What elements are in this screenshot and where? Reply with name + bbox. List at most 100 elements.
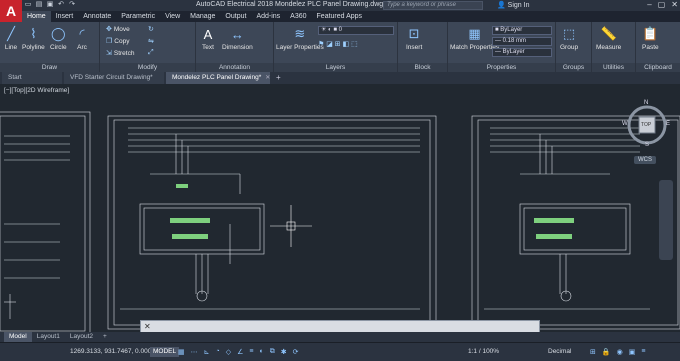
units-dropdown[interactable]: Decimal	[548, 348, 571, 355]
navigation-bar[interactable]	[659, 180, 673, 260]
line-label: Line	[4, 44, 18, 51]
undo-icon[interactable]: ↶	[57, 1, 65, 9]
tab-parametric[interactable]: Parametric	[116, 11, 160, 22]
utilities-panel-title[interactable]: Utilities	[592, 63, 635, 72]
modify-panel-title[interactable]: Modify	[100, 63, 195, 72]
viewcube-north[interactable]: N	[644, 100, 648, 106]
lineweight-dropdown[interactable]: — 0.18 mm	[492, 37, 552, 46]
doc-tab-mondelez[interactable]: Mondelez PLC Panel Drawing* ✕	[166, 72, 270, 84]
autocad-logo-button[interactable]: A	[0, 0, 22, 22]
circle-button[interactable]: ◯ Circle	[50, 26, 67, 51]
draw-panel-title[interactable]: Draw	[0, 63, 99, 72]
mirror-icon: ⇋	[148, 38, 154, 45]
open-icon[interactable]: ▤	[35, 1, 43, 9]
layer-dropdown[interactable]: ☀ ◐ ■ 0	[318, 26, 394, 35]
dimension-button[interactable]: ↔ Dimension	[222, 26, 253, 52]
line-button[interactable]: ╱ Line	[3, 26, 19, 51]
group-label: Group	[560, 44, 579, 51]
document-tabs: Start VFD Starter Circuit Drawing* Monde…	[0, 72, 680, 84]
measure-button[interactable]: 📏 Measure	[596, 26, 621, 51]
group-icon: ⬚	[562, 26, 576, 41]
viewcube-east[interactable]: E	[666, 121, 670, 127]
viewcube-top[interactable]: TOP	[641, 122, 651, 128]
annotation-scale-icon[interactable]: ⟳	[293, 348, 299, 356]
insert-icon: ⊡	[408, 26, 420, 41]
annotation-scale-dropdown[interactable]: 1:1 / 100%	[468, 348, 499, 355]
drawing-canvas[interactable]: [−][Top][2D Wireframe] N S E W TOP WCS ✕	[0, 84, 680, 347]
customization-icon[interactable]: ≡	[641, 348, 645, 356]
snap-icon[interactable]: ⋯	[191, 348, 198, 356]
tab-layout1[interactable]: Layout1	[32, 332, 65, 342]
groups-panel-title[interactable]: Groups	[556, 63, 591, 72]
tab-annotate[interactable]: Annotate	[78, 11, 116, 22]
osnap-icon[interactable]: ◇	[226, 348, 231, 356]
quick-properties-icon[interactable]: ⊞	[590, 348, 596, 356]
viewcube-west[interactable]: W	[622, 121, 628, 127]
polar-icon[interactable]: ◔	[216, 348, 220, 356]
tab-output[interactable]: Output	[220, 11, 251, 22]
wcs-menu[interactable]: WCS	[634, 156, 656, 164]
stretch-button[interactable]: ⇲ Stretch	[106, 49, 134, 58]
tab-a360[interactable]: A360	[285, 11, 311, 22]
layer-value: 0	[338, 27, 342, 33]
lineweight-icon[interactable]: ≡	[249, 348, 253, 356]
close-tab-icon[interactable]: ✕	[265, 72, 270, 84]
arc-button[interactable]: ◜ Arc	[74, 26, 90, 51]
clean-screen-icon[interactable]: ▣	[629, 348, 636, 356]
group-button[interactable]: ⬚ Group	[560, 26, 578, 51]
viewcube[interactable]: N S E W TOP	[622, 100, 670, 148]
tab-manage[interactable]: Manage	[185, 11, 220, 22]
grid-icon[interactable]: ▦	[178, 348, 185, 356]
copy-button[interactable]: ❐ Copy	[106, 37, 129, 46]
tab-layout2[interactable]: Layout2	[65, 332, 98, 342]
otrack-icon[interactable]: ∠	[237, 348, 243, 356]
layers-panel-title[interactable]: Layers	[274, 63, 397, 72]
tab-view[interactable]: View	[160, 11, 185, 22]
ortho-icon[interactable]: ⊾	[204, 348, 210, 356]
doc-tab-vfd[interactable]: VFD Starter Circuit Drawing*	[64, 72, 164, 84]
maximize-icon[interactable]: ▢	[658, 0, 666, 9]
save-icon[interactable]: ▣	[46, 1, 54, 9]
transparency-icon[interactable]: ◐	[260, 348, 264, 356]
layer-properties-button[interactable]: ≋ Layer Properties	[276, 26, 324, 51]
block-panel-title[interactable]: Block	[398, 63, 447, 72]
insert-button[interactable]: ⊡ Insert	[406, 26, 422, 51]
move-button[interactable]: ✥ Move	[106, 25, 130, 34]
viewport-controls[interactable]: [−][Top][2D Wireframe]	[4, 87, 69, 94]
scale-button[interactable]: ⤢	[148, 49, 154, 57]
annotation-panel-title[interactable]: Annotation	[196, 63, 273, 72]
doc-tab-start[interactable]: Start	[2, 72, 62, 84]
clipboard-panel-title[interactable]: Clipboard	[636, 63, 680, 72]
tab-home[interactable]: Home	[22, 11, 51, 22]
minimize-icon[interactable]: –	[647, 0, 651, 9]
linetype-dropdown[interactable]: — ByLayer	[492, 48, 552, 57]
text-icon: A	[203, 26, 213, 42]
selection-cycling-icon[interactable]: ⧉	[270, 348, 275, 356]
rotate-icon: ↻	[148, 26, 154, 33]
lock-ui-icon[interactable]: 🔒	[602, 348, 611, 356]
tab-featured-apps[interactable]: Featured Apps	[312, 11, 368, 22]
paste-button[interactable]: 📋 Paste	[642, 26, 659, 51]
tab-insert[interactable]: Insert	[51, 11, 79, 22]
add-layout-button[interactable]: +	[98, 332, 112, 342]
tab-add-ins[interactable]: Add-ins	[251, 11, 285, 22]
rotate-button[interactable]: ↻	[148, 25, 154, 33]
polyline-button[interactable]: ⌇ Polyline	[22, 26, 45, 51]
new-icon[interactable]: ▭	[24, 1, 32, 9]
tab-model[interactable]: Model	[4, 332, 32, 342]
annotation-visibility-icon[interactable]: ✱	[281, 348, 287, 356]
isolate-objects-icon[interactable]: ◉	[617, 348, 623, 356]
signin-link[interactable]: 👤 Sign In	[497, 1, 529, 9]
mirror-button[interactable]: ⇋	[148, 37, 154, 45]
new-tab-button[interactable]: +	[272, 72, 285, 84]
text-button[interactable]: A Text	[200, 26, 216, 52]
close-icon[interactable]: ✕	[671, 0, 678, 9]
color-dropdown[interactable]: ■ ByLayer	[492, 26, 552, 35]
scale-icon: ⤢	[148, 49, 154, 56]
redo-icon[interactable]: ↷	[68, 1, 76, 9]
properties-panel-title[interactable]: Properties	[448, 63, 555, 72]
model-space-button[interactable]: MODEL	[150, 347, 180, 357]
viewcube-south[interactable]: S	[645, 142, 649, 148]
search-input[interactable]: Type a keyword or phrase	[383, 1, 483, 10]
layer-tools-row[interactable]: ⚑ ◪ ⊞ ◧ ⬚	[318, 40, 358, 48]
